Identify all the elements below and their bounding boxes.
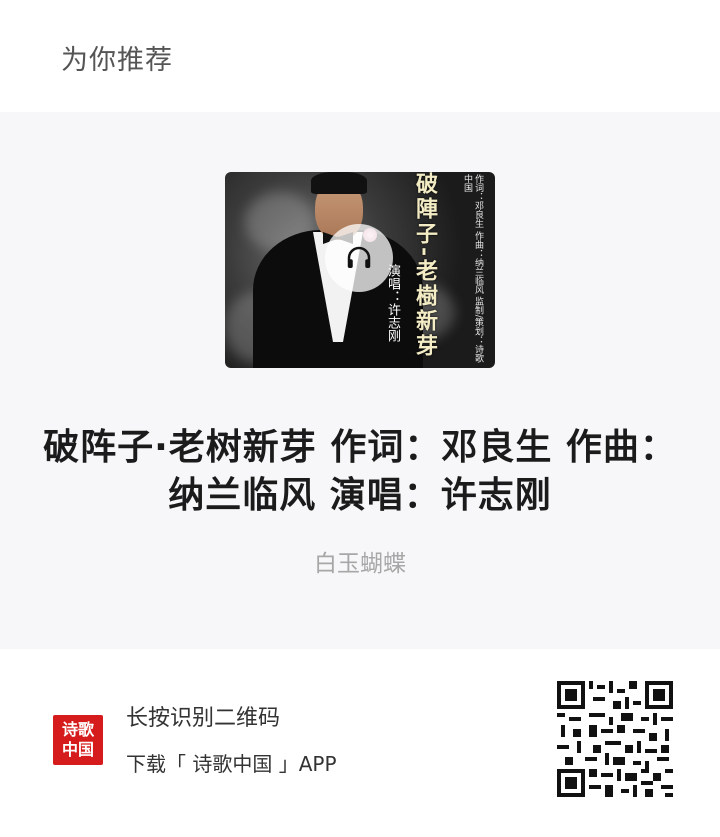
song-title[interactable]: 破阵子·老树新芽 作词：邓良生 作曲：纳兰临风 演唱：许志刚	[40, 424, 680, 520]
cover-image[interactable]: 破陣子-老樹新芽 作词：邓良生 作曲：纳兰临风 监制/策划：诗歌中国 演唱：许志…	[225, 172, 495, 368]
download-app-text: 下载「 诗歌中国 」APP	[126, 752, 337, 776]
author-name: 白玉蝴蝶	[314, 551, 406, 577]
app-logo-text: 诗歌中国	[61, 720, 94, 759]
headphones-icon	[347, 246, 371, 268]
qr-instruction: 长按识别二维码	[126, 706, 281, 731]
play-button[interactable]	[325, 224, 393, 292]
recommendation-card[interactable]: 破陣子-老樹新芽 作词：邓良生 作曲：纳兰临风 监制/策划：诗歌中国 演唱：许志…	[0, 112, 720, 649]
cover-credits: 作词：邓良生 作曲：纳兰临风 监制/策划：诗歌中国	[462, 174, 483, 363]
header: 为你推荐	[0, 0, 720, 112]
qr-code-icon[interactable]	[557, 681, 673, 797]
page-title: 为你推荐	[61, 45, 173, 76]
cover-song-title: 破陣子-老樹新芽	[412, 172, 438, 360]
app-logo: 诗歌中国	[53, 715, 103, 765]
cover-figure-hair	[311, 172, 367, 194]
